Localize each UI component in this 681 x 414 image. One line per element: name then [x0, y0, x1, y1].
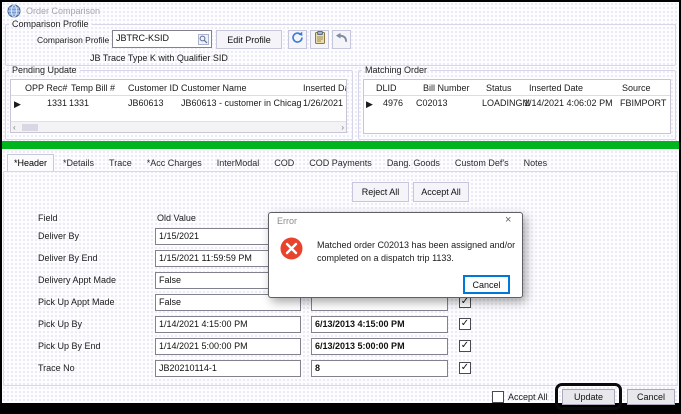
error-dialog: Error × Matched order C02013 has been as… [268, 212, 523, 298]
window-title: Order Comparison [26, 6, 100, 17]
matching-col-header[interactable]: Bill Number [423, 83, 470, 93]
row-accept-checkbox[interactable]: ✓ [459, 362, 471, 374]
matching-cell[interactable]: 1/14/2021 4:06:02 PM [524, 98, 613, 108]
field-label: Delivery Appt Made [38, 275, 116, 286]
matching-col-header[interactable]: Source [622, 83, 651, 93]
pending-cell[interactable]: 1331 [69, 98, 89, 108]
field-label: Pick Up By End [38, 341, 101, 352]
row-accept-checkbox[interactable]: ✓ [459, 340, 471, 352]
matching-order-legend: Matching Order [362, 65, 430, 75]
new-value-input[interactable]: 6/13/2013 5:00:00 PM [311, 338, 448, 355]
profile-description: JB Trace Type K with Qualifier SID [90, 53, 228, 64]
matching-cell[interactable]: FBIMPORT [620, 98, 666, 108]
pending-cell[interactable]: 1/26/2021 11:1 [303, 98, 347, 108]
accept-all-button[interactable]: Accept All [413, 182, 469, 202]
old-value-input[interactable]: JB20210114-1 [155, 360, 301, 377]
pending-col-header[interactable]: Customer ID [128, 83, 179, 93]
scroll-right-icon[interactable]: › [341, 123, 346, 132]
old-value-input[interactable]: 1/14/2021 4:15:00 PM [155, 316, 301, 333]
field-label: Trace No [38, 363, 75, 374]
error-dialog-title: Error [277, 216, 297, 226]
order-comparison-window: Order Comparison Comparison Profile Comp… [0, 0, 681, 414]
pending-col-header[interactable]: Temp Bill # [71, 83, 115, 93]
close-icon[interactable]: × [505, 214, 511, 226]
tab-notes[interactable]: Notes [518, 155, 554, 171]
matching-cell[interactable]: 4976 [383, 98, 403, 108]
comparison-profile-legend: Comparison Profile [9, 19, 92, 29]
dialog-cancel-button[interactable]: Cancel [463, 275, 510, 294]
field-label: Deliver By End [38, 253, 98, 264]
reject-all-button[interactable]: Reject All [352, 182, 409, 202]
field-column-header: Field [38, 213, 58, 224]
tab-details[interactable]: *Details [57, 155, 100, 171]
update-button[interactable]: Update [562, 389, 615, 405]
accept-all-checkbox[interactable] [492, 391, 504, 403]
undo-button[interactable] [332, 30, 351, 49]
tab-intermodal[interactable]: InterModal [211, 155, 266, 171]
refresh-icon [291, 31, 304, 49]
error-icon [280, 237, 303, 265]
scroll-left-icon[interactable]: ‹ [11, 123, 16, 132]
refresh-button[interactable] [288, 30, 307, 49]
comparison-profile-label: Comparison Profile [37, 35, 109, 45]
comparison-profile-input[interactable]: JBTRC-KSID [112, 30, 212, 48]
old-value-column-header: Old Value [157, 213, 196, 224]
pending-cell[interactable]: JB60613 [128, 98, 164, 108]
new-value-input[interactable]: 8 [311, 360, 448, 377]
tab-acc-charges[interactable]: *Acc Charges [141, 155, 208, 171]
pending-col-header[interactable]: Customer Name [181, 83, 247, 93]
lookup-icon[interactable] [198, 34, 209, 47]
tab-header[interactable]: *Header [7, 154, 54, 171]
pending-horizontal-scrollbar[interactable]: ‹ › [11, 121, 346, 132]
tab-cod[interactable]: COD [268, 155, 300, 171]
row-selector-icon: ▶ [14, 99, 21, 110]
matching-cell[interactable]: LOADINGM [482, 98, 530, 108]
new-value-input[interactable]: 6/13/2013 4:15:00 PM [311, 316, 448, 333]
progress-bar [2, 141, 679, 149]
error-message-line1: Matched order C02013 has been assigned a… [317, 240, 515, 251]
field-label: Pick Up By [38, 319, 82, 330]
pending-col-header[interactable]: OPP Rec# [25, 83, 67, 93]
tab-trace[interactable]: Trace [103, 155, 138, 171]
accept-all-label: Accept All [508, 392, 548, 403]
tab-dang-goods[interactable]: Dang. Goods [381, 155, 446, 171]
paste-button[interactable] [310, 30, 329, 49]
matching-cell[interactable]: C02013 [416, 98, 448, 108]
old-value-input[interactable]: 1/14/2021 5:00:00 PM [155, 338, 301, 355]
matching-col-header[interactable]: Inserted Date [529, 83, 583, 93]
pending-cell[interactable]: JB60613 - customer in Chicago [181, 98, 301, 108]
pending-cell[interactable]: 1331 [47, 98, 67, 108]
error-message-line2: completed on a dispatch trip 1133. [317, 253, 454, 264]
field-label: Pick Up Appt Made [38, 297, 115, 308]
edit-profile-button[interactable]: Edit Profile [216, 30, 282, 49]
paste-icon [314, 31, 326, 49]
matching-order-grid[interactable]: DLID Bill Number Status Inserted Date So… [363, 79, 671, 134]
pending-col-header[interactable]: Inserted Date [303, 83, 347, 93]
matching-col-header[interactable]: Status [486, 83, 512, 93]
tab-cod-payments[interactable]: COD Payments [303, 155, 378, 171]
row-selector-icon: ▶ [366, 99, 373, 110]
tab-custom-defs[interactable]: Custom Def's [449, 155, 515, 171]
cancel-button[interactable]: Cancel [627, 389, 675, 405]
tab-strip: *Header *Details Trace *Acc Charges Inte… [3, 150, 678, 171]
matching-col-header[interactable]: DLID [376, 83, 397, 93]
scrollbar-thumb[interactable] [22, 124, 38, 131]
field-label: Deliver By [38, 231, 79, 242]
pending-update-legend: Pending Update [9, 65, 80, 75]
row-accept-checkbox[interactable]: ✓ [459, 318, 471, 330]
undo-icon [335, 31, 348, 49]
